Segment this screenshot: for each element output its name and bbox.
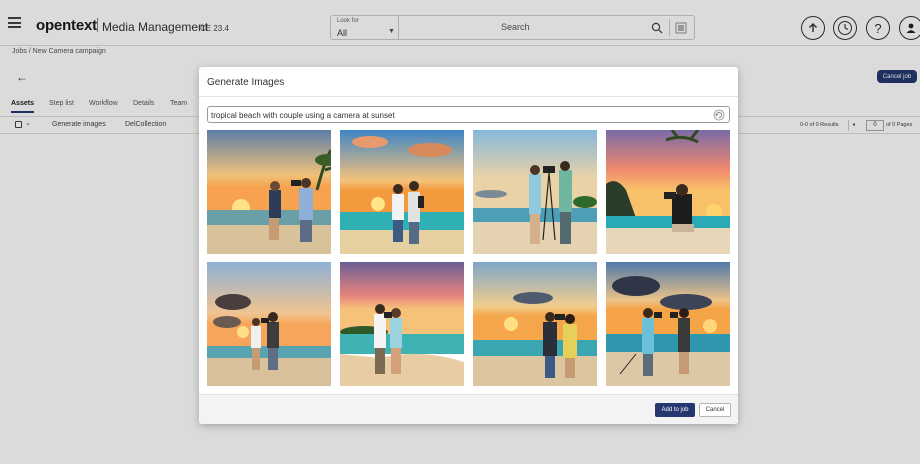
generated-image[interactable] bbox=[207, 130, 331, 254]
regenerate-icon[interactable] bbox=[713, 109, 725, 121]
generated-image[interactable] bbox=[473, 262, 597, 386]
generate-images-dialog: Generate Images tropical beach with coup… bbox=[199, 67, 738, 424]
prompt-text: tropical beach with couple using a camer… bbox=[211, 111, 395, 120]
generated-images-grid bbox=[207, 130, 730, 386]
generated-image[interactable] bbox=[207, 262, 331, 386]
generated-image[interactable] bbox=[340, 262, 464, 386]
generated-image[interactable] bbox=[606, 130, 730, 254]
dialog-footer: Add to job Cancel bbox=[199, 394, 738, 424]
generated-image[interactable] bbox=[340, 130, 464, 254]
dialog-header: Generate Images bbox=[199, 67, 738, 97]
prompt-input[interactable]: tropical beach with couple using a camer… bbox=[207, 106, 730, 123]
add-to-job-button[interactable]: Add to job bbox=[655, 403, 695, 417]
cancel-button[interactable]: Cancel bbox=[699, 403, 731, 417]
generated-image[interactable] bbox=[606, 262, 730, 386]
dialog-title: Generate Images bbox=[207, 77, 285, 88]
generated-image[interactable] bbox=[473, 130, 597, 254]
